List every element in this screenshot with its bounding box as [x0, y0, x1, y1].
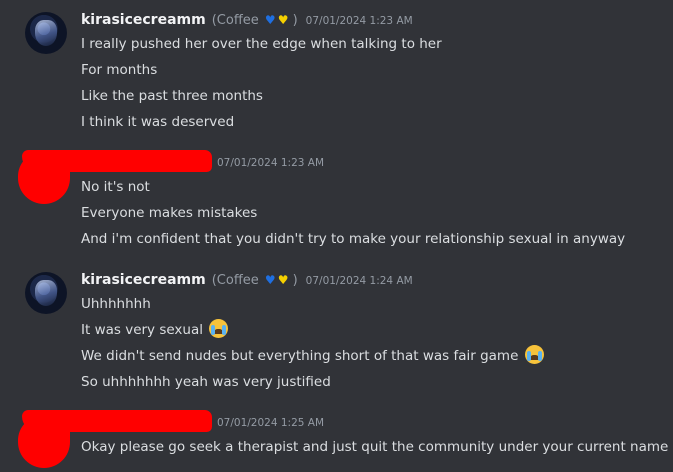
message-line: Everyone makes mistakes [81, 205, 258, 221]
timestamp[interactable]: 07/01/2024 1:23 AM [306, 15, 413, 27]
username[interactable]: kirasicecreamm [81, 12, 206, 28]
message-line: And i'm confident that you didn't try to… [81, 231, 626, 247]
avatar[interactable] [25, 272, 67, 314]
message-line: So uhhhhhhh yeah was very justified [81, 374, 331, 390]
timestamp[interactable]: 07/01/2024 1:24 AM [306, 275, 413, 287]
message-line: I really pushed her over the edge when t… [81, 36, 442, 52]
blue-heart-icon: ♥ [264, 273, 276, 287]
message-header: kirasicecreamm (Coffee ♥ ♥ ) 07/01/2024 1… [81, 12, 413, 32]
message-line: Uhhhhhhh [81, 296, 151, 312]
loudly-crying-face-icon[interactable] [524, 345, 544, 364]
message-text: It was very sexual [81, 322, 204, 338]
clan-tag[interactable]: (Coffee ♥ ♥ ) [212, 13, 298, 28]
message-text: We didn't send nudes but everything shor… [81, 348, 519, 364]
message-line: I think it was deserved [81, 114, 235, 130]
message-line: Okay please go seek a therapist and just… [81, 439, 669, 455]
clan-tag-label: (Coffee [211, 13, 259, 28]
yellow-heart-icon: ♥ [277, 273, 289, 287]
message-line: For months [81, 62, 158, 78]
clan-tag-close: ) [292, 13, 298, 28]
message-header: 07/01/2024 1:23 AM [209, 157, 324, 177]
message-line: It was very sexual [81, 319, 229, 340]
redacted-avatar [18, 416, 70, 468]
clan-tag-label: (Coffee [211, 273, 259, 288]
message-line: No it's not [81, 179, 150, 195]
loudly-crying-face-icon[interactable] [209, 319, 229, 338]
yellow-heart-icon: ♥ [277, 13, 289, 27]
message-line: We didn't send nudes but everything shor… [81, 345, 544, 366]
clan-tag[interactable]: (Coffee ♥ ♥ ) [212, 273, 298, 288]
username[interactable]: kirasicecreamm [81, 272, 206, 288]
message-header: kirasicecreamm (Coffee ♥ ♥ ) 07/01/2024 1… [81, 272, 413, 292]
message-header: 07/01/2024 1:25 AM [209, 417, 324, 437]
redacted-avatar [18, 152, 70, 204]
message-line: Like the past three months [81, 88, 263, 104]
blue-heart-icon: ♥ [264, 13, 276, 27]
timestamp[interactable]: 07/01/2024 1:23 AM [217, 157, 324, 169]
avatar[interactable] [25, 12, 67, 54]
timestamp[interactable]: 07/01/2024 1:25 AM [217, 417, 324, 429]
clan-tag-close: ) [292, 273, 298, 288]
